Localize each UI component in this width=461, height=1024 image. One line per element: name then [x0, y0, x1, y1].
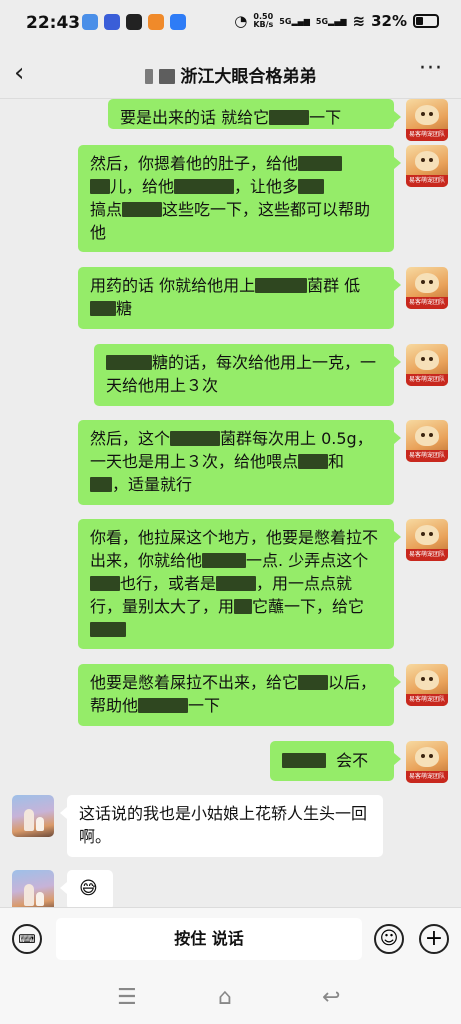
home-icon[interactable]: ⌂: [218, 985, 232, 1010]
notification-icons: [82, 14, 186, 30]
contact-avatar[interactable]: [12, 870, 54, 907]
app-icon: [104, 14, 120, 30]
redacted-block: [269, 110, 310, 125]
my-avatar[interactable]: 易客萌宠团队: [406, 420, 448, 462]
speed-icon: ◔: [234, 12, 248, 30]
redacted-block: [282, 753, 326, 768]
redacted-block: [90, 477, 112, 492]
app-icon: [126, 14, 142, 30]
my-avatar[interactable]: 易客萌宠团队: [406, 344, 448, 386]
system-indicators: ◔ 0.50 KB/s 5G▂▄▆ 5G▂▄▆ ≋ 32%: [234, 12, 439, 30]
message-bubble[interactable]: 他要是憋着屎拉不出来，给它 以后，帮助他 一下: [78, 664, 401, 726]
back-icon[interactable]: ↩: [322, 985, 340, 1010]
redacted-block: [216, 576, 257, 591]
message-bubble[interactable]: 要是出来的话 就给它 一下: [108, 99, 401, 129]
input-bar: ⌨ 按住 说话 ☺ +: [0, 907, 461, 970]
ellipsis-icon[interactable]: ···: [419, 56, 443, 81]
redacted-block: [298, 156, 343, 171]
app-icon: [82, 14, 98, 30]
my-avatar[interactable]: 易客萌宠团队: [406, 741, 448, 783]
message-bubble[interactable]: 你看，他拉屎这个地方，他要是憋着拉不出来，你就给他 一点. 少弄点这个也行，或者是…: [78, 519, 401, 649]
battery-icon: [413, 14, 439, 28]
message-bubble[interactable]: 然后，你摁着他的肚子，给他 儿，给他 ，让他多 搞点 这些吃一下，这些都可以帮助他: [78, 145, 401, 252]
chat-title: 浙江大眼合格弟弟: [0, 62, 461, 87]
my-avatar[interactable]: 易客萌宠团队: [406, 267, 448, 309]
battery-percent: 32%: [371, 12, 407, 30]
redacted-block: [90, 179, 110, 194]
message-bubble[interactable]: 会不: [270, 741, 401, 781]
message-bubble[interactable]: 😅: [60, 870, 113, 907]
chat-header: ‹ 浙江大眼合格弟弟 ···: [0, 48, 461, 99]
signal-2: 5G▂▄▆: [315, 16, 347, 26]
menu-icon[interactable]: ☰: [117, 985, 137, 1010]
message-list[interactable]: 要是出来的话 就给它 一下 易客萌宠团队 然后，你摁着他的肚子，给他 儿，给他 ，让他…: [0, 99, 461, 907]
redacted-block: [106, 355, 152, 370]
message-bubble[interactable]: 然后，这个 菌群每次用上 0.5g，一天也是用上３次，给他喂点和，适量就行: [78, 420, 401, 505]
smile-icon[interactable]: ☺: [374, 924, 404, 954]
my-avatar[interactable]: 易客萌宠团队: [406, 519, 448, 561]
clock: 22:43: [26, 13, 81, 33]
redacted-block: [174, 179, 235, 194]
redacted-block: [202, 553, 247, 568]
redacted-block: [170, 431, 221, 446]
my-avatar[interactable]: 易客萌宠团队: [406, 99, 448, 141]
my-avatar[interactable]: 易客萌宠团队: [406, 664, 448, 706]
system-nav-bar: ☰ ⌂ ↩: [0, 969, 461, 1024]
net-speed: 0.50 KB/s: [253, 12, 274, 29]
sweat-smile-emoji: 😅: [79, 878, 98, 899]
contact-avatar[interactable]: [12, 795, 54, 837]
hold-to-talk-button[interactable]: 按住 说话: [56, 918, 362, 960]
redacted-block: [298, 454, 329, 469]
redacted-block: [122, 202, 163, 217]
redacted-block: [298, 675, 329, 690]
status-bar: 22:43 ◔ 0.50 KB/s 5G▂▄▆ 5G▂▄▆ ≋ 32%: [0, 0, 461, 48]
redacted-block: [298, 179, 325, 194]
signal-1: 5G▂▄▆: [279, 16, 310, 26]
redacted-block: [138, 698, 189, 713]
redacted-block: [90, 622, 126, 637]
message-bubble[interactable]: 用药的话 你就给他用上 菌群 低糖: [78, 267, 401, 329]
redacted-block: [255, 278, 308, 293]
my-avatar[interactable]: 易客萌宠团队: [406, 145, 448, 187]
message-bubble[interactable]: 这话说的我也是小姑娘上花轿人生头一回啊。: [60, 795, 383, 857]
redacted-block: [234, 599, 253, 614]
plus-icon[interactable]: +: [419, 924, 449, 954]
app-icon: [148, 14, 164, 30]
keyboard-icon[interactable]: ⌨: [12, 924, 42, 954]
redacted-block: [90, 576, 120, 591]
redacted-block: [158, 69, 175, 84]
app-icon: [170, 14, 186, 30]
wifi-icon: ≋: [352, 12, 366, 30]
redacted-block: [144, 69, 153, 84]
message-bubble[interactable]: 糖的话，每次给他用上一克，一天给他用上３次: [94, 344, 401, 406]
redacted-block: [90, 301, 116, 316]
